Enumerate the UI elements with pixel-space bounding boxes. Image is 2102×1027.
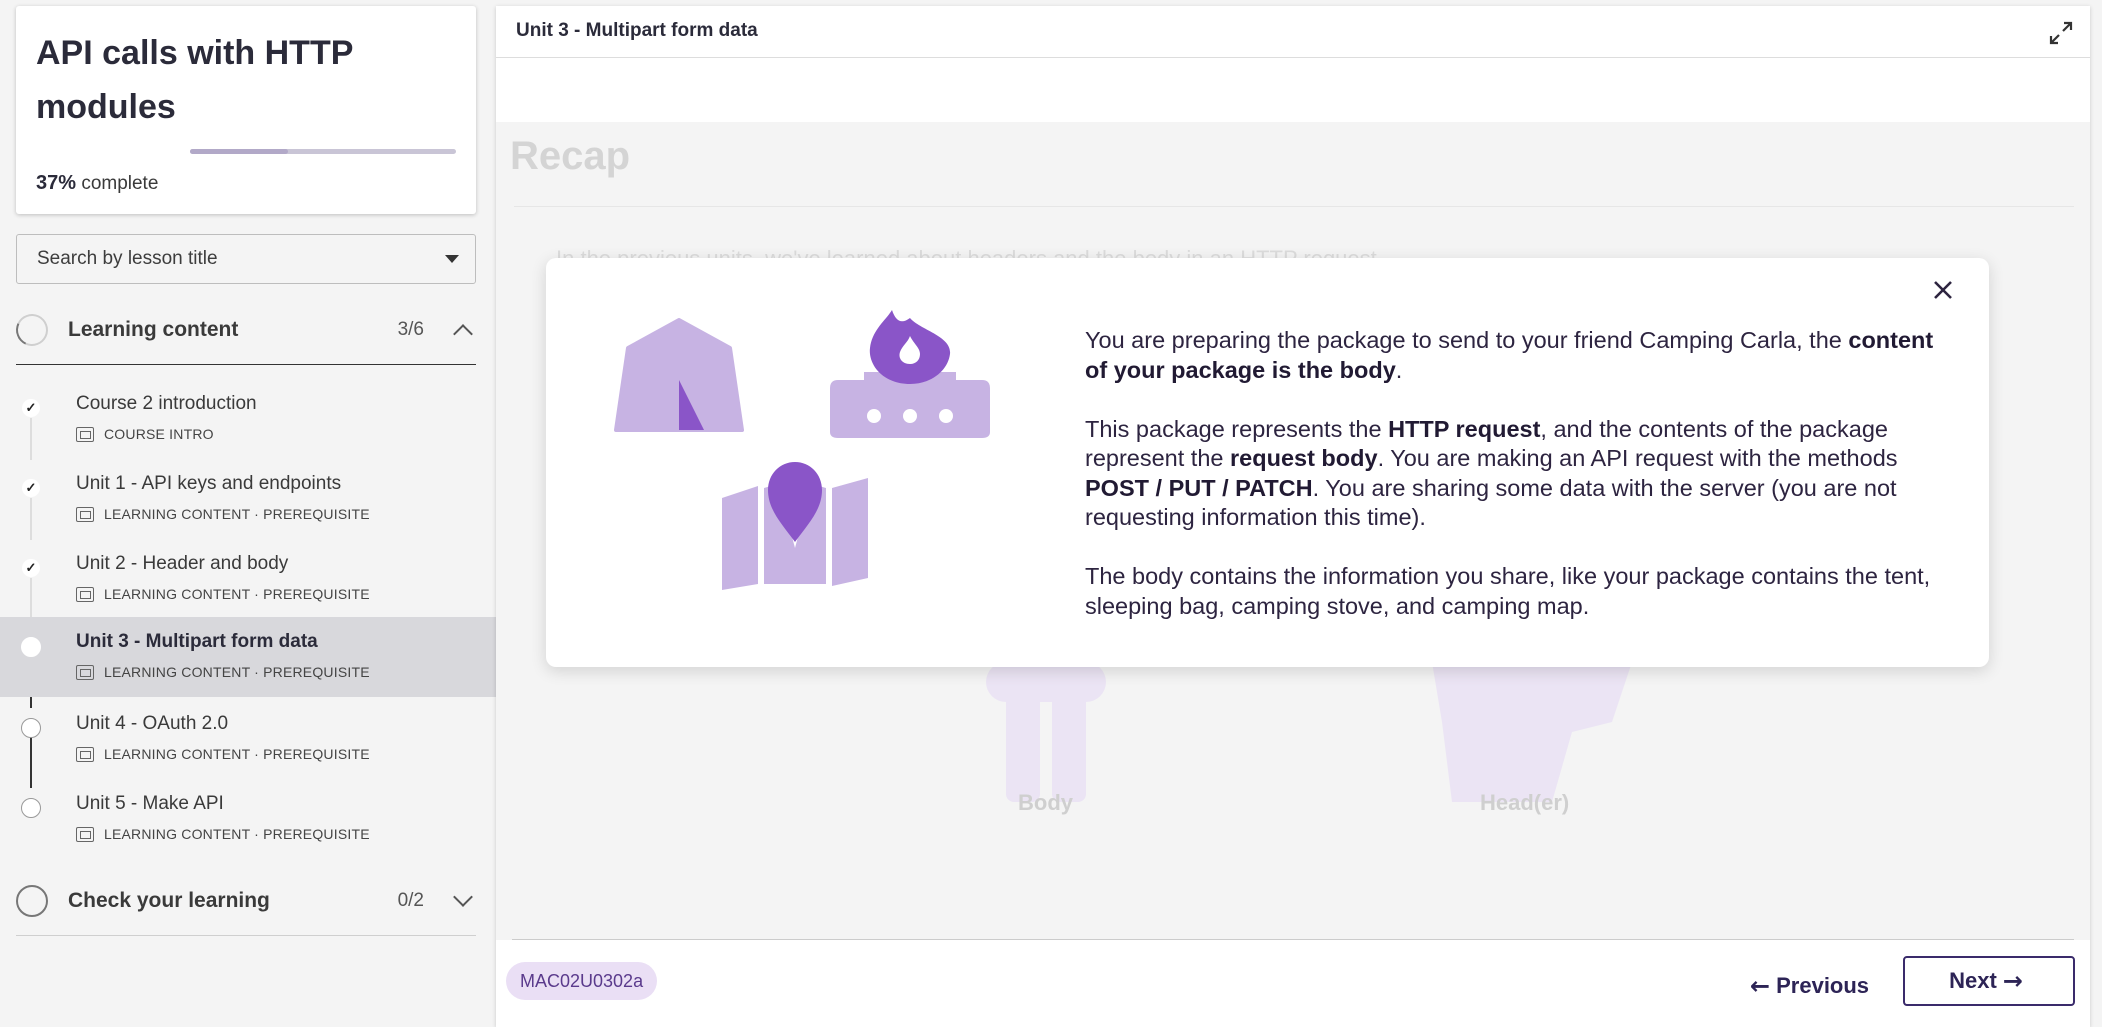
lesson-meta-text: LEARNING CONTENT · PREREQUISITE bbox=[104, 586, 370, 602]
lesson-meta-text: LEARNING CONTENT · PREREQUISITE bbox=[104, 826, 370, 842]
chevron-up-icon[interactable] bbox=[453, 324, 473, 344]
lesson-type-icon bbox=[76, 426, 94, 442]
section-label: Learning content bbox=[68, 318, 239, 341]
lesson-type-icon bbox=[76, 586, 94, 602]
progress-bar bbox=[190, 149, 456, 154]
section-count: 0/2 bbox=[397, 890, 424, 911]
lesson-meta-text: LEARNING CONTENT · PREREQUISITE bbox=[104, 664, 370, 680]
lesson-header: Unit 3 - Multipart form data bbox=[496, 6, 2090, 58]
lesson-item-course-intro[interactable]: ✓ Course 2 introduction COURSE INTRO bbox=[0, 381, 496, 461]
lesson-type-icon bbox=[76, 506, 94, 522]
course-sidebar: API calls with HTTP modules 37% complete… bbox=[0, 0, 496, 1027]
lesson-meta: LEARNING CONTENT · PREREQUISITE bbox=[76, 826, 370, 842]
arrow-right-icon: → bbox=[2002, 967, 2023, 995]
footer-divider bbox=[512, 939, 2074, 940]
lesson-meta: LEARNING CONTENT · PREREQUISITE bbox=[76, 586, 370, 602]
popup-paragraph-1: You are preparing the package to send to… bbox=[1085, 327, 1934, 383]
popup-body-text: You are preparing the package to send to… bbox=[1085, 326, 1945, 651]
lesson-meta: LEARNING CONTENT · PREREQUISITE bbox=[76, 746, 370, 762]
close-icon[interactable] bbox=[1925, 272, 1961, 308]
lesson-meta: LEARNING CONTENT · PREREQUISITE bbox=[76, 664, 370, 680]
lesson-item-unit-1[interactable]: ✓ Unit 1 - API keys and endpoints LEARNI… bbox=[0, 461, 496, 541]
lesson-meta-text: COURSE INTRO bbox=[104, 426, 214, 442]
chevron-down-icon bbox=[445, 255, 459, 263]
body-label: Body bbox=[1018, 790, 1073, 815]
recap-divider bbox=[514, 206, 2074, 207]
section-progress-icon bbox=[16, 885, 48, 917]
tent-icon bbox=[614, 318, 744, 432]
lesson-meta: COURSE INTRO bbox=[76, 426, 214, 442]
check-icon: ✓ bbox=[21, 398, 41, 418]
lesson-title: Course 2 introduction bbox=[76, 393, 257, 414]
lesson-title: Unit 5 - Make API bbox=[76, 793, 224, 814]
course-progress-card: API calls with HTTP modules 37% complete bbox=[16, 6, 476, 214]
next-label: Next bbox=[1949, 968, 1997, 993]
next-button[interactable]: Next → bbox=[1903, 956, 2075, 1006]
recap-heading: Recap bbox=[510, 134, 631, 178]
map-icon bbox=[722, 462, 868, 590]
lesson-search-dropdown[interactable]: Search by lesson title bbox=[16, 234, 476, 284]
expand-icon[interactable] bbox=[2046, 18, 2076, 48]
section-divider bbox=[16, 935, 476, 936]
progress-text: 37% complete bbox=[36, 172, 158, 195]
course-title: API calls with HTTP modules bbox=[36, 34, 353, 126]
section-label: Check your learning bbox=[68, 889, 270, 912]
unit-title: Unit 3 - Multipart form data bbox=[516, 20, 758, 41]
current-lesson-indicator bbox=[21, 637, 41, 657]
progress-percent: 37% bbox=[36, 172, 77, 194]
lesson-meta-text: LEARNING CONTENT · PREREQUISITE bbox=[104, 506, 370, 522]
section-learning-content[interactable]: Learning content 3/6 bbox=[11, 297, 476, 363]
previous-button[interactable]: ← Previous bbox=[1728, 961, 1885, 1011]
check-icon: ✓ bbox=[21, 558, 41, 578]
lesson-meta: LEARNING CONTENT · PREREQUISITE bbox=[76, 506, 370, 522]
popup-paragraph-2: This package represents the HTTP request… bbox=[1085, 415, 1898, 531]
lesson-title: Unit 1 - API keys and endpoints bbox=[76, 473, 342, 494]
lesson-status-icon bbox=[21, 798, 41, 818]
lesson-type-icon bbox=[76, 664, 94, 680]
lesson-type-icon bbox=[76, 826, 94, 842]
lesson-meta-text: LEARNING CONTENT · PREREQUISITE bbox=[104, 746, 370, 762]
lesson-search-placeholder: Search by lesson title bbox=[37, 248, 218, 269]
chevron-down-icon[interactable] bbox=[453, 887, 473, 907]
lesson-type-icon bbox=[76, 746, 94, 762]
lesson-item-unit-4[interactable]: Unit 4 - OAuth 2.0 LEARNING CONTENT · PR… bbox=[0, 701, 496, 781]
header-label: Head(er) bbox=[1480, 790, 1570, 815]
progress-suffix: complete bbox=[81, 173, 159, 194]
section-divider bbox=[16, 364, 476, 365]
camping-stove-icon bbox=[830, 310, 990, 438]
previous-label: Previous bbox=[1776, 973, 1870, 998]
section-progress-icon bbox=[11, 309, 53, 351]
lesson-code-badge: MAC02U0302a bbox=[506, 962, 658, 1000]
lesson-item-unit-3[interactable]: Unit 3 - Multipart form data LEARNING CO… bbox=[0, 617, 496, 697]
info-popup-dialog: You are preparing the package to send to… bbox=[546, 258, 1989, 667]
lesson-title: Unit 2 - Header and body bbox=[76, 553, 289, 574]
arrow-left-icon: ← bbox=[1750, 972, 1771, 1000]
section-check-your-learning[interactable]: Check your learning 0/2 bbox=[16, 868, 476, 934]
progress-bar-fill bbox=[190, 149, 289, 154]
lesson-title: Unit 4 - OAuth 2.0 bbox=[76, 713, 229, 734]
section-count: 3/6 bbox=[397, 319, 424, 340]
lesson-item-unit-5[interactable]: Unit 5 - Make API LEARNING CONTENT · PRE… bbox=[0, 781, 496, 861]
lesson-title: Unit 3 - Multipart form data bbox=[76, 631, 318, 652]
popup-paragraph-3: The body contains the information you sh… bbox=[1085, 563, 1931, 619]
check-icon: ✓ bbox=[21, 478, 41, 498]
lesson-status-icon bbox=[21, 718, 41, 738]
lesson-item-unit-2[interactable]: ✓ Unit 2 - Header and body LEARNING CONT… bbox=[0, 541, 496, 621]
